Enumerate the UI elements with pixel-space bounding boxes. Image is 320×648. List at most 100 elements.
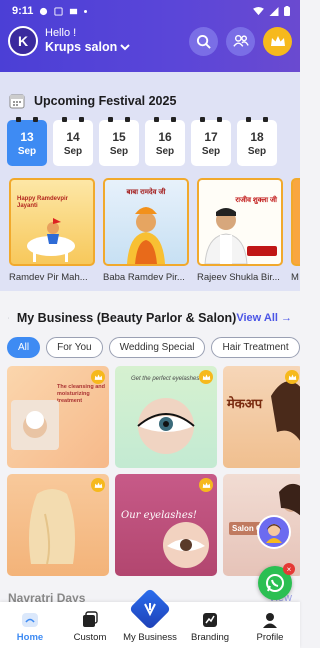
premium-badge xyxy=(199,370,213,384)
greeting: Hello ! xyxy=(45,27,77,40)
date-month: Sep xyxy=(109,145,129,157)
festival-card[interactable]: राजीव शुक्ला जी Rajeev Shukla Bir... xyxy=(197,178,283,283)
date-card[interactable]: 17 Sep xyxy=(191,117,231,166)
chip-wedding-special[interactable]: Wedding Special xyxy=(108,337,206,358)
calendar-icon xyxy=(9,94,25,109)
date-card[interactable]: 14 Sep xyxy=(53,117,93,166)
festival-caption: Baba Ramdev Pir... xyxy=(103,272,185,283)
premium-button[interactable] xyxy=(263,26,292,56)
view-all-link[interactable]: View All → xyxy=(236,312,292,324)
date-day: 17 xyxy=(204,129,218,144)
community-button[interactable] xyxy=(226,26,255,56)
custom-icon xyxy=(83,611,98,627)
date-day: 14 xyxy=(66,129,80,144)
festival-card[interactable]: बाबा रामदेव जी Baba Ramdev Pir... xyxy=(103,178,189,283)
crown-icon xyxy=(202,482,210,488)
nav-my-business[interactable]: My Business xyxy=(122,587,178,643)
crown-icon xyxy=(202,374,210,380)
template-tile[interactable]: Our eyelashes! xyxy=(115,474,217,576)
chip-hair-treatment[interactable]: Hair Treatment xyxy=(211,337,300,358)
festival-caption: Ramdev Pir Mah... xyxy=(9,272,88,283)
festival-card[interactable]: Happy Ramdevpir Jayanti Ramdev Pir Mah..… xyxy=(9,178,95,283)
nav-profile[interactable]: Profile xyxy=(242,611,298,643)
date-selector: 13 Sep 14 Sep 15 Sep 16 Sep 17 Sep 18 Se… xyxy=(0,117,300,166)
date-day: 18 xyxy=(250,129,264,144)
photo-icon xyxy=(54,6,63,16)
crown-icon xyxy=(270,35,285,46)
message-icon xyxy=(70,8,78,14)
crown-icon xyxy=(288,374,296,380)
template-tile[interactable] xyxy=(7,474,109,576)
tile-hair-image xyxy=(29,489,75,565)
battery-icon xyxy=(284,6,290,16)
chip-for-you[interactable]: For You xyxy=(46,337,103,358)
nav-branding[interactable]: Branding xyxy=(182,611,238,643)
app-header: 9:11 K Hello ! Krups salon xyxy=(0,0,300,72)
tile-text: The cleansing and moisturizing treatment xyxy=(57,384,105,405)
template-tile[interactable]: The cleansing and moisturizing treatment xyxy=(7,366,109,468)
business-name: Krups salon xyxy=(45,40,118,55)
premium-badge xyxy=(91,370,105,384)
nav-label: Profile xyxy=(256,632,284,643)
tile-eyelash-image xyxy=(137,398,195,454)
bottom-navigation: Home Custom My Business Branding Profile xyxy=(0,587,300,648)
date-month: Sep xyxy=(17,145,37,157)
template-grid: The cleansing and moisturizing treatment… xyxy=(0,366,300,576)
profile-icon xyxy=(263,613,277,628)
festival-card[interactable]: M xyxy=(291,178,300,283)
close-icon[interactable]: × xyxy=(283,563,295,575)
template-tile[interactable]: मेकअप xyxy=(223,366,300,468)
my-business-icon xyxy=(144,603,156,617)
poster-deity-image xyxy=(127,207,165,264)
business-switcher[interactable]: Hello ! Krups salon xyxy=(45,27,181,54)
crown-icon xyxy=(94,482,102,488)
whatsapp-button[interactable]: × xyxy=(258,563,295,600)
business-section: My Business (Beauty Parlor & Salon) View… xyxy=(0,291,300,612)
festival-caption: M xyxy=(291,272,299,283)
date-day: 16 xyxy=(158,129,172,144)
nav-label: Custom xyxy=(73,632,107,643)
festival-cards: Happy Ramdevpir Jayanti Ramdev Pir Mah..… xyxy=(0,178,300,283)
status-time: 9:11 xyxy=(12,5,34,17)
whatsapp-icon xyxy=(266,574,284,592)
briefcase-icon xyxy=(8,317,9,319)
crown-icon xyxy=(94,374,102,380)
support-avatar-button[interactable] xyxy=(257,515,291,549)
poster-horse-rider-image xyxy=(27,218,75,262)
chip-all[interactable]: All xyxy=(7,337,41,358)
date-card[interactable]: 18 Sep xyxy=(237,117,277,166)
chevron-down-icon xyxy=(120,44,130,51)
template-tile[interactable]: Get the perfect eyelashes! xyxy=(115,366,217,468)
avatar[interactable]: K xyxy=(8,26,38,56)
nav-label: Branding xyxy=(190,632,230,643)
search-icon xyxy=(196,34,211,49)
date-month: Sep xyxy=(247,145,267,157)
category-chips: All For You Wedding Special Hair Treatme… xyxy=(0,337,300,358)
date-day: 13 xyxy=(20,129,34,144)
nav-custom[interactable]: Custom xyxy=(62,611,118,643)
premium-badge xyxy=(285,370,299,384)
support-agent-icon xyxy=(266,524,282,543)
date-month: Sep xyxy=(155,145,175,157)
date-card[interactable]: 16 Sep xyxy=(145,117,185,166)
status-bar: 9:11 xyxy=(0,0,300,22)
festival-title: Upcoming Festival 2025 xyxy=(34,94,177,108)
poster-banner xyxy=(247,246,277,256)
premium-badge xyxy=(199,478,213,492)
poster-portrait-image xyxy=(204,208,248,264)
date-day: 15 xyxy=(112,129,126,144)
nav-label: Home xyxy=(16,632,44,643)
notification-icon xyxy=(40,7,48,15)
signal-icon xyxy=(269,6,279,16)
date-card[interactable]: 15 Sep xyxy=(99,117,139,166)
search-button[interactable] xyxy=(189,26,218,56)
date-card[interactable]: 13 Sep xyxy=(7,117,47,166)
business-title: My Business (Beauty Parlor & Salon) xyxy=(16,311,237,325)
avatar-letter: K xyxy=(17,33,29,49)
wifi-icon xyxy=(253,6,264,15)
users-icon xyxy=(232,34,249,47)
festival-section: Upcoming Festival 2025 13 Sep 14 Sep 15 … xyxy=(0,72,300,291)
nav-home[interactable]: Home xyxy=(2,611,58,643)
branding-icon xyxy=(203,613,217,627)
festival-caption: Rajeev Shukla Bir... xyxy=(197,272,280,283)
